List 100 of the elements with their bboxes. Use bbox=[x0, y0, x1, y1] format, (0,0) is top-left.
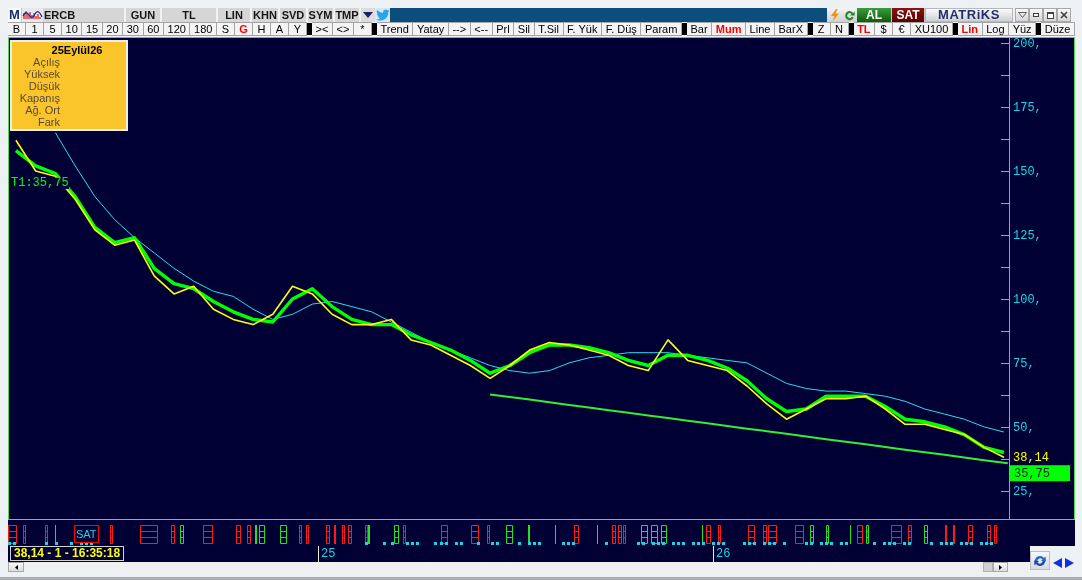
quote-readout: 38,14 - 1 - 16:35:18 bbox=[10, 546, 125, 561]
toolbar-separator bbox=[807, 23, 813, 35]
toolbar-button[interactable]: B bbox=[8, 22, 26, 36]
toolbar-separator bbox=[306, 23, 312, 35]
toolbar-button[interactable]: XU100 bbox=[911, 22, 953, 36]
toolbar-button[interactable]: >< bbox=[311, 22, 333, 36]
axis-label: 26 bbox=[716, 548, 731, 560]
info-field-label: Fark bbox=[37, 116, 60, 128]
toolbar-button[interactable]: T.Sil bbox=[534, 22, 564, 36]
toolbar-button[interactable]: 30 bbox=[123, 22, 144, 36]
scroll-left-button[interactable] bbox=[8, 562, 24, 572]
info-title: 25Eylül26 bbox=[50, 44, 104, 56]
toolbar-button[interactable]: Param bbox=[641, 22, 682, 36]
info-field-label: Ağ. Ort bbox=[24, 104, 60, 116]
toolbar-button[interactable]: Trend bbox=[376, 22, 414, 36]
toolbar-button[interactable]: 120 bbox=[163, 22, 191, 36]
toolbar-button[interactable]: TL bbox=[162, 8, 218, 22]
chart-icon bbox=[22, 8, 43, 22]
app-logo: M bbox=[8, 8, 22, 22]
axis-label: 175, bbox=[1013, 101, 1042, 116]
axis-label: 200, bbox=[1013, 38, 1042, 52]
axis-label: 150, bbox=[1013, 165, 1042, 180]
toolbar-button[interactable]: KHN bbox=[252, 8, 280, 22]
info-field-label: Açılış bbox=[32, 56, 60, 68]
scroll-right-button[interactable] bbox=[993, 562, 1008, 572]
toolbar-button[interactable]: SYM bbox=[308, 8, 335, 22]
info-field-label: Yüksek bbox=[22, 68, 60, 80]
toolbar-button[interactable]: TL bbox=[853, 22, 876, 36]
toolbar-button[interactable]: € bbox=[893, 22, 912, 36]
axis-label: 25, bbox=[1013, 484, 1035, 499]
triangle-right-icon bbox=[1064, 558, 1074, 568]
toolbar-button[interactable]: 5 bbox=[44, 22, 62, 36]
toolbar-button[interactable]: GUN bbox=[126, 8, 162, 22]
refresh-icon bbox=[844, 9, 855, 21]
toolbar-button[interactable]: LIN bbox=[218, 8, 252, 22]
toolbar-button[interactable]: Log bbox=[982, 22, 1010, 36]
toolbar-button[interactable]: --> bbox=[448, 22, 471, 36]
scroll-thumb[interactable] bbox=[983, 562, 993, 572]
toolbar-separator bbox=[371, 23, 377, 35]
toolbar-button[interactable]: F. Düş bbox=[602, 22, 642, 36]
toolbar-separator bbox=[952, 23, 958, 35]
toolbar-button[interactable]: Bar bbox=[686, 22, 713, 36]
toolbar-button[interactable]: Lin bbox=[957, 22, 983, 36]
triangle-down-icon bbox=[1017, 12, 1027, 18]
toolbar-button[interactable]: Yatay bbox=[413, 22, 449, 36]
toolbar-separator bbox=[681, 23, 687, 35]
toolbar-button[interactable]: Yüz bbox=[1009, 22, 1037, 36]
axis-label: 100, bbox=[1013, 292, 1042, 307]
info-field-label: Kapanış bbox=[18, 92, 60, 104]
toolbar-button[interactable]: BarX bbox=[774, 22, 808, 36]
close-button[interactable] bbox=[1057, 8, 1071, 22]
close-icon bbox=[1060, 11, 1068, 19]
toolbar-separator bbox=[1036, 23, 1042, 35]
toolbar-button[interactable]: <> bbox=[332, 22, 354, 36]
next-button[interactable] bbox=[1064, 558, 1074, 568]
maximize-icon bbox=[1046, 11, 1054, 19]
minimize-icon bbox=[1033, 13, 1039, 17]
toolbar-button[interactable]: $ bbox=[875, 22, 894, 36]
lightning-icon bbox=[830, 9, 839, 21]
toolbar-button[interactable]: Z bbox=[812, 22, 831, 36]
refresh-arrows-icon bbox=[1033, 553, 1047, 568]
trendline-label: T1:35,75 bbox=[11, 177, 69, 189]
axis-label: 75, bbox=[1013, 356, 1035, 371]
last-price-label: 38,14 bbox=[1013, 451, 1049, 466]
toolbar-button[interactable]: Line bbox=[746, 22, 775, 36]
symbol-field[interactable]: ERCB bbox=[43, 8, 126, 22]
bird-icon bbox=[375, 9, 390, 21]
collapse-button[interactable] bbox=[1015, 8, 1029, 22]
sync-button[interactable] bbox=[1030, 551, 1050, 570]
toolbar-button[interactable]: SVD bbox=[280, 8, 308, 22]
axis-label: 50, bbox=[1013, 420, 1035, 435]
toolbar-button[interactable]: F. Yük bbox=[563, 22, 603, 36]
caret-right-icon bbox=[999, 564, 1002, 570]
toolbar-button[interactable]: 20 bbox=[102, 22, 124, 36]
toolbar-button[interactable]: Prl bbox=[492, 22, 515, 36]
toolbar-button[interactable]: Sil bbox=[514, 22, 535, 36]
sell-signal-label: SAT bbox=[74, 525, 99, 543]
toolbar-button[interactable]: Düze bbox=[1041, 22, 1075, 36]
triangle-left-icon bbox=[1052, 558, 1062, 568]
dropdown-button[interactable] bbox=[361, 8, 375, 22]
toolbar-button[interactable]: 60 bbox=[143, 22, 164, 36]
toolbar-button[interactable]: 10 bbox=[62, 22, 83, 36]
toolbar-button[interactable]: 1 bbox=[26, 22, 44, 36]
trend-price-tag: 35,75 bbox=[1010, 465, 1070, 482]
sell-button[interactable]: SAT bbox=[892, 8, 925, 22]
toolbar-button[interactable]: Mum bbox=[712, 22, 746, 36]
toolbar-button[interactable]: 15 bbox=[82, 22, 103, 36]
minimize-button[interactable] bbox=[1029, 8, 1043, 22]
caret-down-icon bbox=[363, 12, 373, 18]
maximize-button[interactable] bbox=[1043, 8, 1057, 22]
previous-button[interactable] bbox=[1052, 558, 1062, 568]
toolbar-button[interactable]: 180 bbox=[190, 22, 217, 36]
brand-logo: MATRiKS bbox=[925, 8, 1013, 22]
toolbar-button[interactable]: TMP bbox=[335, 8, 361, 22]
toolbar-button[interactable]: <-- bbox=[470, 22, 493, 36]
axis-label: 25 bbox=[321, 548, 336, 560]
caret-left-icon bbox=[14, 564, 18, 570]
refresh-button[interactable] bbox=[842, 8, 857, 22]
buy-button[interactable]: AL bbox=[857, 8, 892, 22]
info-field-label: Düşük bbox=[27, 80, 60, 92]
